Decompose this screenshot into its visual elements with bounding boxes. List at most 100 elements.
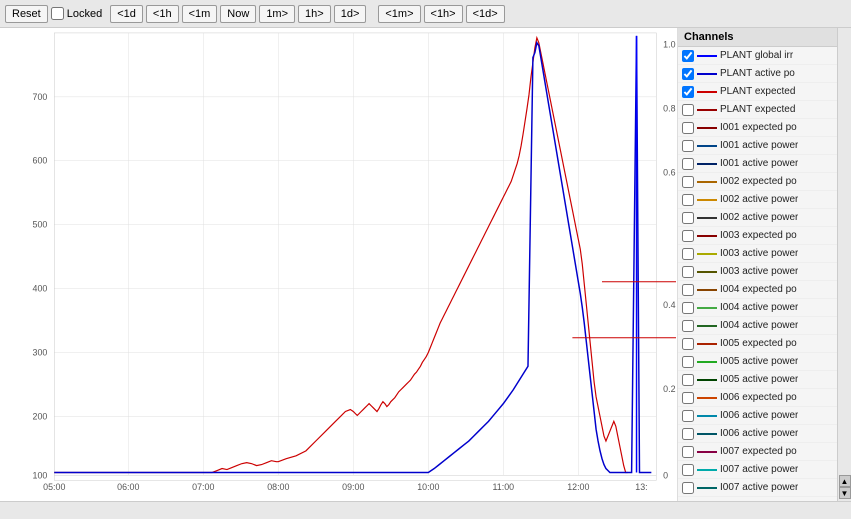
channel-color-indicator xyxy=(697,289,717,291)
chart-area: 700 600 500 400 300 200 100 1.0 0.8 0.6 … xyxy=(0,28,677,501)
channel-checkbox[interactable] xyxy=(682,86,694,98)
channel-color-indicator xyxy=(697,199,717,201)
btn-next-1m[interactable]: 1m> xyxy=(259,5,295,23)
channel-color-indicator xyxy=(697,55,717,57)
channel-item: PLANT expected xyxy=(678,83,837,101)
channel-checkbox[interactable] xyxy=(682,50,694,62)
channel-color-indicator xyxy=(697,361,717,363)
btn-prev-1m[interactable]: <1m xyxy=(182,5,218,23)
channel-checkbox[interactable] xyxy=(682,320,694,332)
channel-color-indicator xyxy=(697,145,717,147)
channel-checkbox[interactable] xyxy=(682,446,694,458)
channel-label: PLANT global irr xyxy=(720,50,793,61)
channel-item: I005 active power xyxy=(678,353,837,371)
channel-color-indicator xyxy=(697,397,717,399)
channel-checkbox[interactable] xyxy=(682,266,694,278)
channel-checkbox[interactable] xyxy=(682,248,694,260)
channel-label: I007 active power xyxy=(720,482,798,493)
scroll-up-button[interactable]: ▲ xyxy=(839,475,851,487)
channel-checkbox[interactable] xyxy=(682,158,694,170)
channel-checkbox[interactable] xyxy=(682,176,694,188)
channel-label: I006 expected po xyxy=(720,392,797,403)
svg-text:0.8: 0.8 xyxy=(663,104,675,114)
channel-checkbox[interactable] xyxy=(682,212,694,224)
channel-checkbox[interactable] xyxy=(682,374,694,386)
channel-item: I006 active power xyxy=(678,425,837,443)
channel-color-indicator xyxy=(697,415,717,417)
scroll-down-button[interactable]: ▼ xyxy=(839,487,851,499)
channel-checkbox[interactable] xyxy=(682,194,694,206)
channel-color-indicator xyxy=(697,325,717,327)
btn-prev-1h[interactable]: <1h xyxy=(146,5,179,23)
svg-text:0.4: 0.4 xyxy=(663,300,675,310)
channel-checkbox[interactable] xyxy=(682,68,694,80)
channel-checkbox[interactable] xyxy=(682,338,694,350)
channel-color-indicator xyxy=(697,271,717,273)
channel-item: PLANT active po xyxy=(678,65,837,83)
channel-label: I007 expected po xyxy=(720,446,797,457)
channel-item: I006 active power xyxy=(678,407,837,425)
channel-item: I005 active power xyxy=(678,371,837,389)
channel-checkbox[interactable] xyxy=(682,428,694,440)
channel-label: PLANT expected xyxy=(720,104,795,115)
channel-item: I001 active power xyxy=(678,137,837,155)
channel-label: PLANT expected xyxy=(720,86,795,97)
channel-color-indicator xyxy=(697,91,717,93)
channel-checkbox[interactable] xyxy=(682,356,694,368)
btn-zoom-1m[interactable]: <1m> xyxy=(378,5,420,23)
main-container: Reset Locked <1d <1h <1m Now 1m> 1h> 1d>… xyxy=(0,0,851,519)
channel-checkbox[interactable] xyxy=(682,140,694,152)
channel-checkbox[interactable] xyxy=(682,122,694,134)
channel-color-indicator xyxy=(697,469,717,471)
svg-text:13:: 13: xyxy=(635,482,647,492)
btn-zoom-1h[interactable]: <1h> xyxy=(424,5,463,23)
channel-label: I002 active power xyxy=(720,194,798,205)
channel-checkbox[interactable] xyxy=(682,392,694,404)
channel-checkbox[interactable] xyxy=(682,284,694,296)
channel-label: I005 active power xyxy=(720,374,798,385)
channel-checkbox[interactable] xyxy=(682,302,694,314)
channel-color-indicator xyxy=(697,379,717,381)
svg-text:11:00: 11:00 xyxy=(493,482,515,492)
channel-color-indicator xyxy=(697,451,717,453)
channel-color-indicator xyxy=(697,307,717,309)
channel-label: I003 active power xyxy=(720,266,798,277)
svg-text:05:00: 05:00 xyxy=(43,482,65,492)
channel-item: I004 expected po xyxy=(678,281,837,299)
channel-item: PLANT expected xyxy=(678,101,837,119)
channel-item: PLANT global irr xyxy=(678,47,837,65)
locked-checkbox[interactable] xyxy=(51,7,64,20)
svg-text:12:00: 12:00 xyxy=(567,482,589,492)
channel-item: I003 active power xyxy=(678,263,837,281)
svg-text:300: 300 xyxy=(33,347,48,357)
channel-checkbox[interactable] xyxy=(682,482,694,494)
channel-item: I006 expected po xyxy=(678,389,837,407)
scroll-buttons: ▲ ▼ xyxy=(837,28,851,501)
channel-color-indicator xyxy=(697,73,717,75)
channel-label: I003 active power xyxy=(720,248,798,259)
chart-svg: 700 600 500 400 300 200 100 1.0 0.8 0.6 … xyxy=(0,28,677,501)
channel-checkbox[interactable] xyxy=(682,104,694,116)
channels-list: PLANT global irr PLANT active po PLANT exp… xyxy=(678,47,837,497)
channel-checkbox[interactable] xyxy=(682,230,694,242)
channel-item: I007 expected po xyxy=(678,443,837,461)
channel-item: I002 expected po xyxy=(678,173,837,191)
channel-label: I006 active power xyxy=(720,428,798,439)
svg-text:200: 200 xyxy=(33,411,48,421)
btn-prev-1d[interactable]: <1d xyxy=(110,5,143,23)
channel-label: I004 active power xyxy=(720,302,798,313)
reset-button[interactable]: Reset xyxy=(5,5,48,23)
channel-label: I001 active power xyxy=(720,158,798,169)
channel-color-indicator xyxy=(697,487,717,489)
channel-checkbox[interactable] xyxy=(682,410,694,422)
btn-now[interactable]: Now xyxy=(220,5,256,23)
channel-checkbox[interactable] xyxy=(682,464,694,476)
svg-text:09:00: 09:00 xyxy=(342,482,364,492)
btn-next-1d[interactable]: 1d> xyxy=(334,5,367,23)
svg-text:700: 700 xyxy=(33,92,48,102)
btn-zoom-1d[interactable]: <1d> xyxy=(466,5,505,23)
btn-next-1h[interactable]: 1h> xyxy=(298,5,331,23)
svg-text:100: 100 xyxy=(33,470,48,480)
svg-text:1.0: 1.0 xyxy=(663,40,675,50)
svg-text:0.6: 0.6 xyxy=(663,168,675,178)
